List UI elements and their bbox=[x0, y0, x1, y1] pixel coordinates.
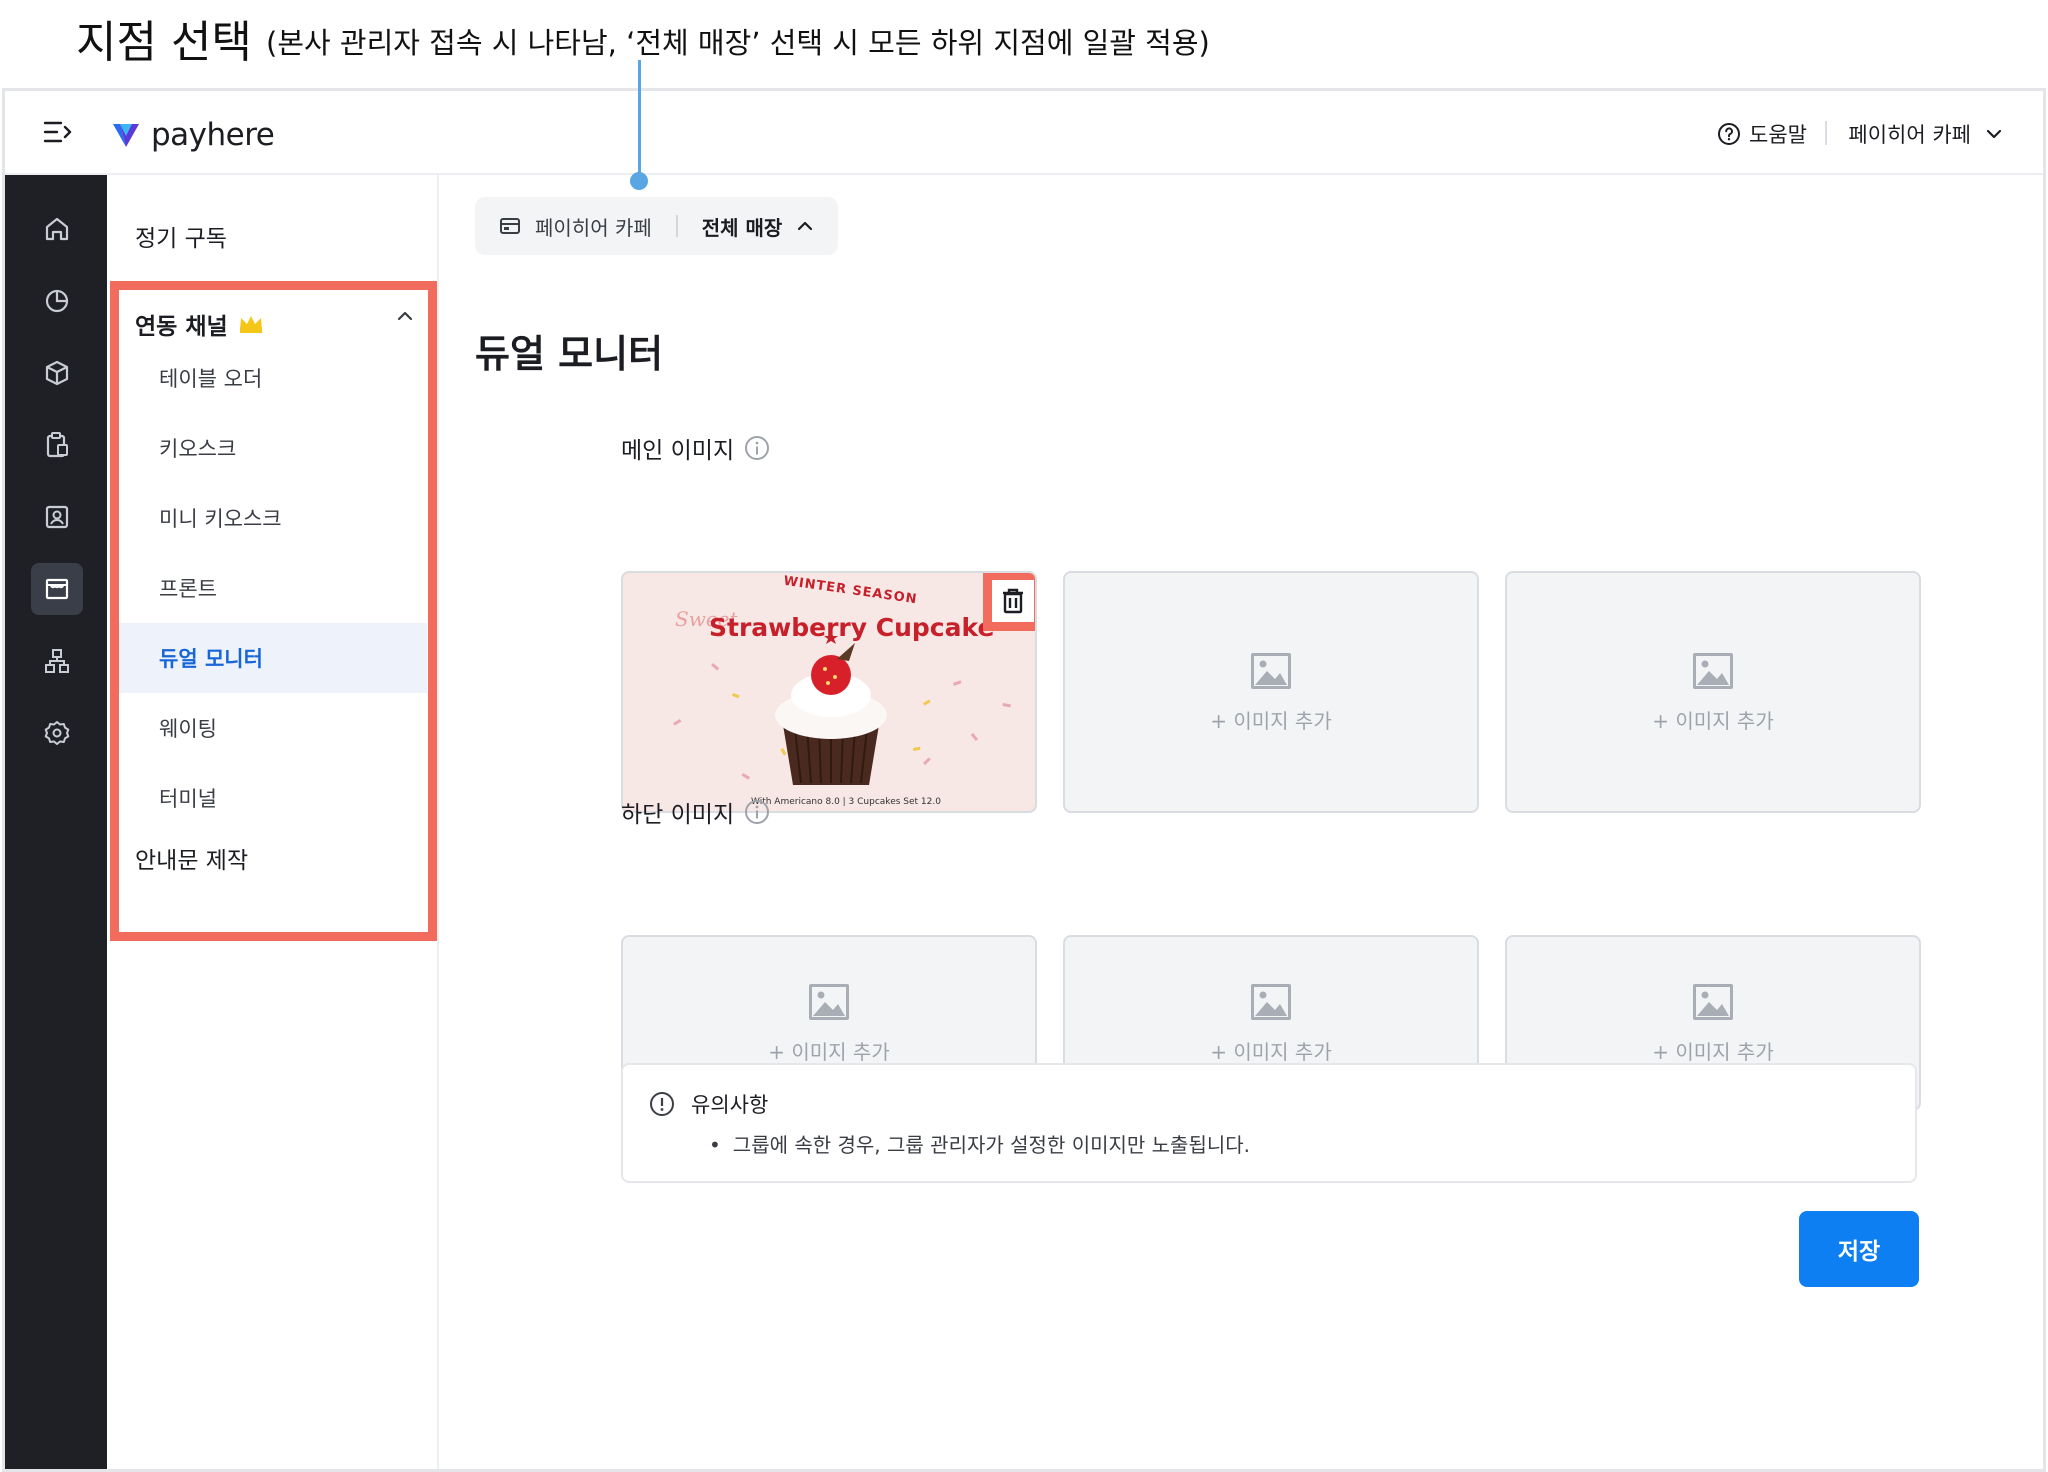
main-content: 페이히어 카페 전체 매장 듀얼 모니터 메인 이미지 WINTER SEASO… bbox=[439, 175, 2043, 1469]
sidebar-item-terminal[interactable]: 터미널 bbox=[119, 763, 427, 833]
notice-text: 그룹에 속한 경우, 그룹 관리자가 설정한 이미지만 노출됩니다. bbox=[732, 1133, 1251, 1157]
top-header: payhere 도움말 페이히어 카페 bbox=[5, 91, 2043, 175]
image-placeholder-icon bbox=[1251, 652, 1291, 689]
help-link[interactable]: 도움말 bbox=[1717, 119, 1807, 149]
box-icon[interactable] bbox=[31, 347, 83, 399]
chevron-down-icon bbox=[1986, 129, 2002, 139]
sidebar-item-label: 웨이팅 bbox=[159, 717, 217, 741]
app-window: payhere 도움말 페이히어 카페 정기 구독 연동 채널 테이블 오더 키… bbox=[2, 88, 2046, 1472]
trash-icon bbox=[1003, 588, 1023, 614]
chart-icon[interactable] bbox=[31, 275, 83, 327]
chevron-up-icon bbox=[798, 221, 813, 231]
header-divider bbox=[1825, 121, 1827, 145]
question-circle-icon bbox=[1718, 123, 1741, 145]
sidebar-item-label: 터미널 bbox=[159, 787, 217, 811]
contact-icon[interactable] bbox=[31, 491, 83, 543]
store-dropdown[interactable]: 페이히어 카페 bbox=[1848, 119, 2003, 149]
sidebar-item-label: 프론트 bbox=[159, 577, 217, 601]
sidebar-item-dual-monitor[interactable]: 듀얼 모니터 bbox=[119, 623, 427, 693]
home-icon[interactable] bbox=[31, 203, 83, 255]
delete-image-button[interactable] bbox=[983, 573, 1035, 631]
payhere-logo[interactable]: payhere bbox=[111, 117, 275, 153]
sidebar-item-label: 미니 키오스크 bbox=[159, 507, 282, 531]
branch-store-name: 페이히어 카페 bbox=[535, 215, 652, 240]
group-label: 연동 채널 bbox=[135, 314, 228, 340]
add-image-label: + 이미지 추가 bbox=[768, 1039, 890, 1064]
org-icon[interactable] bbox=[31, 635, 83, 687]
store-icon[interactable] bbox=[31, 563, 83, 615]
sub-sidebar: 정기 구독 연동 채널 테이블 오더 키오스크 미니 키오스크 프론트 듀얼 모… bbox=[107, 175, 439, 1469]
logo-text: payhere bbox=[151, 117, 275, 153]
add-image-label: + 이미지 추가 bbox=[1210, 708, 1332, 733]
linked-channels-header[interactable]: 연동 채널 bbox=[135, 307, 415, 341]
sidebar-item-label: 테이블 오더 bbox=[159, 367, 263, 391]
branch-selector[interactable]: 페이히어 카페 전체 매장 bbox=[475, 197, 839, 255]
sidebar-item-waiting[interactable]: 웨이팅 bbox=[119, 693, 427, 763]
sidebar-item-label: 듀얼 모니터 bbox=[159, 647, 263, 671]
notice-header: 유의사항 bbox=[649, 1089, 768, 1119]
payhere-logo-icon bbox=[113, 124, 139, 147]
annotation-banner: 지점 선택 (본사 관리자 접속 시 나타남, ‘전체 매장’ 선택 시 모든 … bbox=[0, 0, 2048, 88]
sidebar-item-front[interactable]: 프론트 bbox=[119, 553, 427, 623]
bullet-icon: • bbox=[709, 1133, 721, 1157]
menu-toggle-icon[interactable] bbox=[43, 119, 73, 145]
sidebar-item-table-order[interactable]: 테이블 오더 bbox=[119, 343, 427, 413]
add-image-label: + 이미지 추가 bbox=[1652, 708, 1774, 733]
info-icon[interactable] bbox=[744, 799, 770, 825]
info-icon[interactable] bbox=[744, 435, 770, 461]
image-placeholder-icon bbox=[1693, 652, 1733, 689]
icon-rail bbox=[5, 175, 107, 1469]
linked-channels-group: 연동 채널 테이블 오더 키오스크 미니 키오스크 프론트 듀얼 모니터 웨이팅… bbox=[107, 279, 439, 941]
annotation-connector-dot bbox=[630, 172, 648, 190]
branch-scope: 전체 매장 bbox=[701, 215, 783, 240]
sidebar-item-subscription[interactable]: 정기 구독 bbox=[135, 219, 227, 253]
settings-icon[interactable] bbox=[31, 707, 83, 759]
promo-footer-text: With Americano 8.0 | 3 Cupcakes Set 12.0 bbox=[751, 797, 941, 807]
section-title: 하단 이미지 bbox=[621, 802, 735, 828]
help-label: 도움말 bbox=[1749, 123, 1807, 147]
chip-divider bbox=[675, 215, 678, 237]
annotation-description: (본사 관리자 접속 시 나타남, ‘전체 매장’ 선택 시 모든 하위 지점에… bbox=[266, 26, 1210, 60]
add-image-label: + 이미지 추가 bbox=[1652, 1039, 1774, 1064]
save-button[interactable]: 저장 bbox=[1799, 1211, 1919, 1287]
image-placeholder-icon bbox=[1251, 983, 1291, 1020]
clipboard-icon[interactable] bbox=[31, 419, 83, 471]
promo-title-text: Strawberry Cupcake bbox=[709, 613, 995, 642]
main-image-slot-1[interactable]: WINTER SEASON Sweet Strawberry Cupcake W… bbox=[621, 571, 1037, 813]
main-image-slot-2[interactable]: + 이미지 추가 bbox=[1063, 571, 1479, 813]
main-image-slot-3[interactable]: + 이미지 추가 bbox=[1505, 571, 1921, 813]
sidebar-item-notice-maker[interactable]: 안내문 제작 bbox=[135, 841, 248, 875]
crown-icon bbox=[239, 316, 262, 333]
image-placeholder-icon bbox=[1693, 983, 1733, 1020]
sidebar-item-label: 키오스크 bbox=[159, 437, 237, 461]
sidebar-item-mini-kiosk[interactable]: 미니 키오스크 bbox=[119, 483, 427, 553]
alert-circle-icon bbox=[650, 1092, 674, 1116]
section-title: 메인 이미지 bbox=[621, 438, 735, 464]
image-placeholder-icon bbox=[809, 983, 849, 1020]
chevron-up-icon bbox=[397, 311, 413, 321]
annotation-title: 지점 선택 bbox=[76, 17, 252, 68]
sidebar-item-kiosk[interactable]: 키오스크 bbox=[119, 413, 427, 483]
bottom-image-label: 하단 이미지 bbox=[621, 795, 770, 829]
annotation-connector-line bbox=[638, 60, 641, 178]
main-image-label: 메인 이미지 bbox=[621, 431, 770, 465]
page-title: 듀얼 모니터 bbox=[475, 332, 664, 376]
add-image-label: + 이미지 추가 bbox=[1210, 1039, 1332, 1064]
notice-body: • 그룹에 속한 경우, 그룹 관리자가 설정한 이미지만 노출됩니다. bbox=[709, 1129, 1250, 1158]
notice-box: 유의사항 • 그룹에 속한 경우, 그룹 관리자가 설정한 이미지만 노출됩니다. bbox=[621, 1063, 1917, 1183]
store-dropdown-label: 페이히어 카페 bbox=[1848, 123, 1971, 147]
notice-title: 유의사항 bbox=[691, 1093, 769, 1117]
store-card-icon bbox=[500, 218, 520, 234]
